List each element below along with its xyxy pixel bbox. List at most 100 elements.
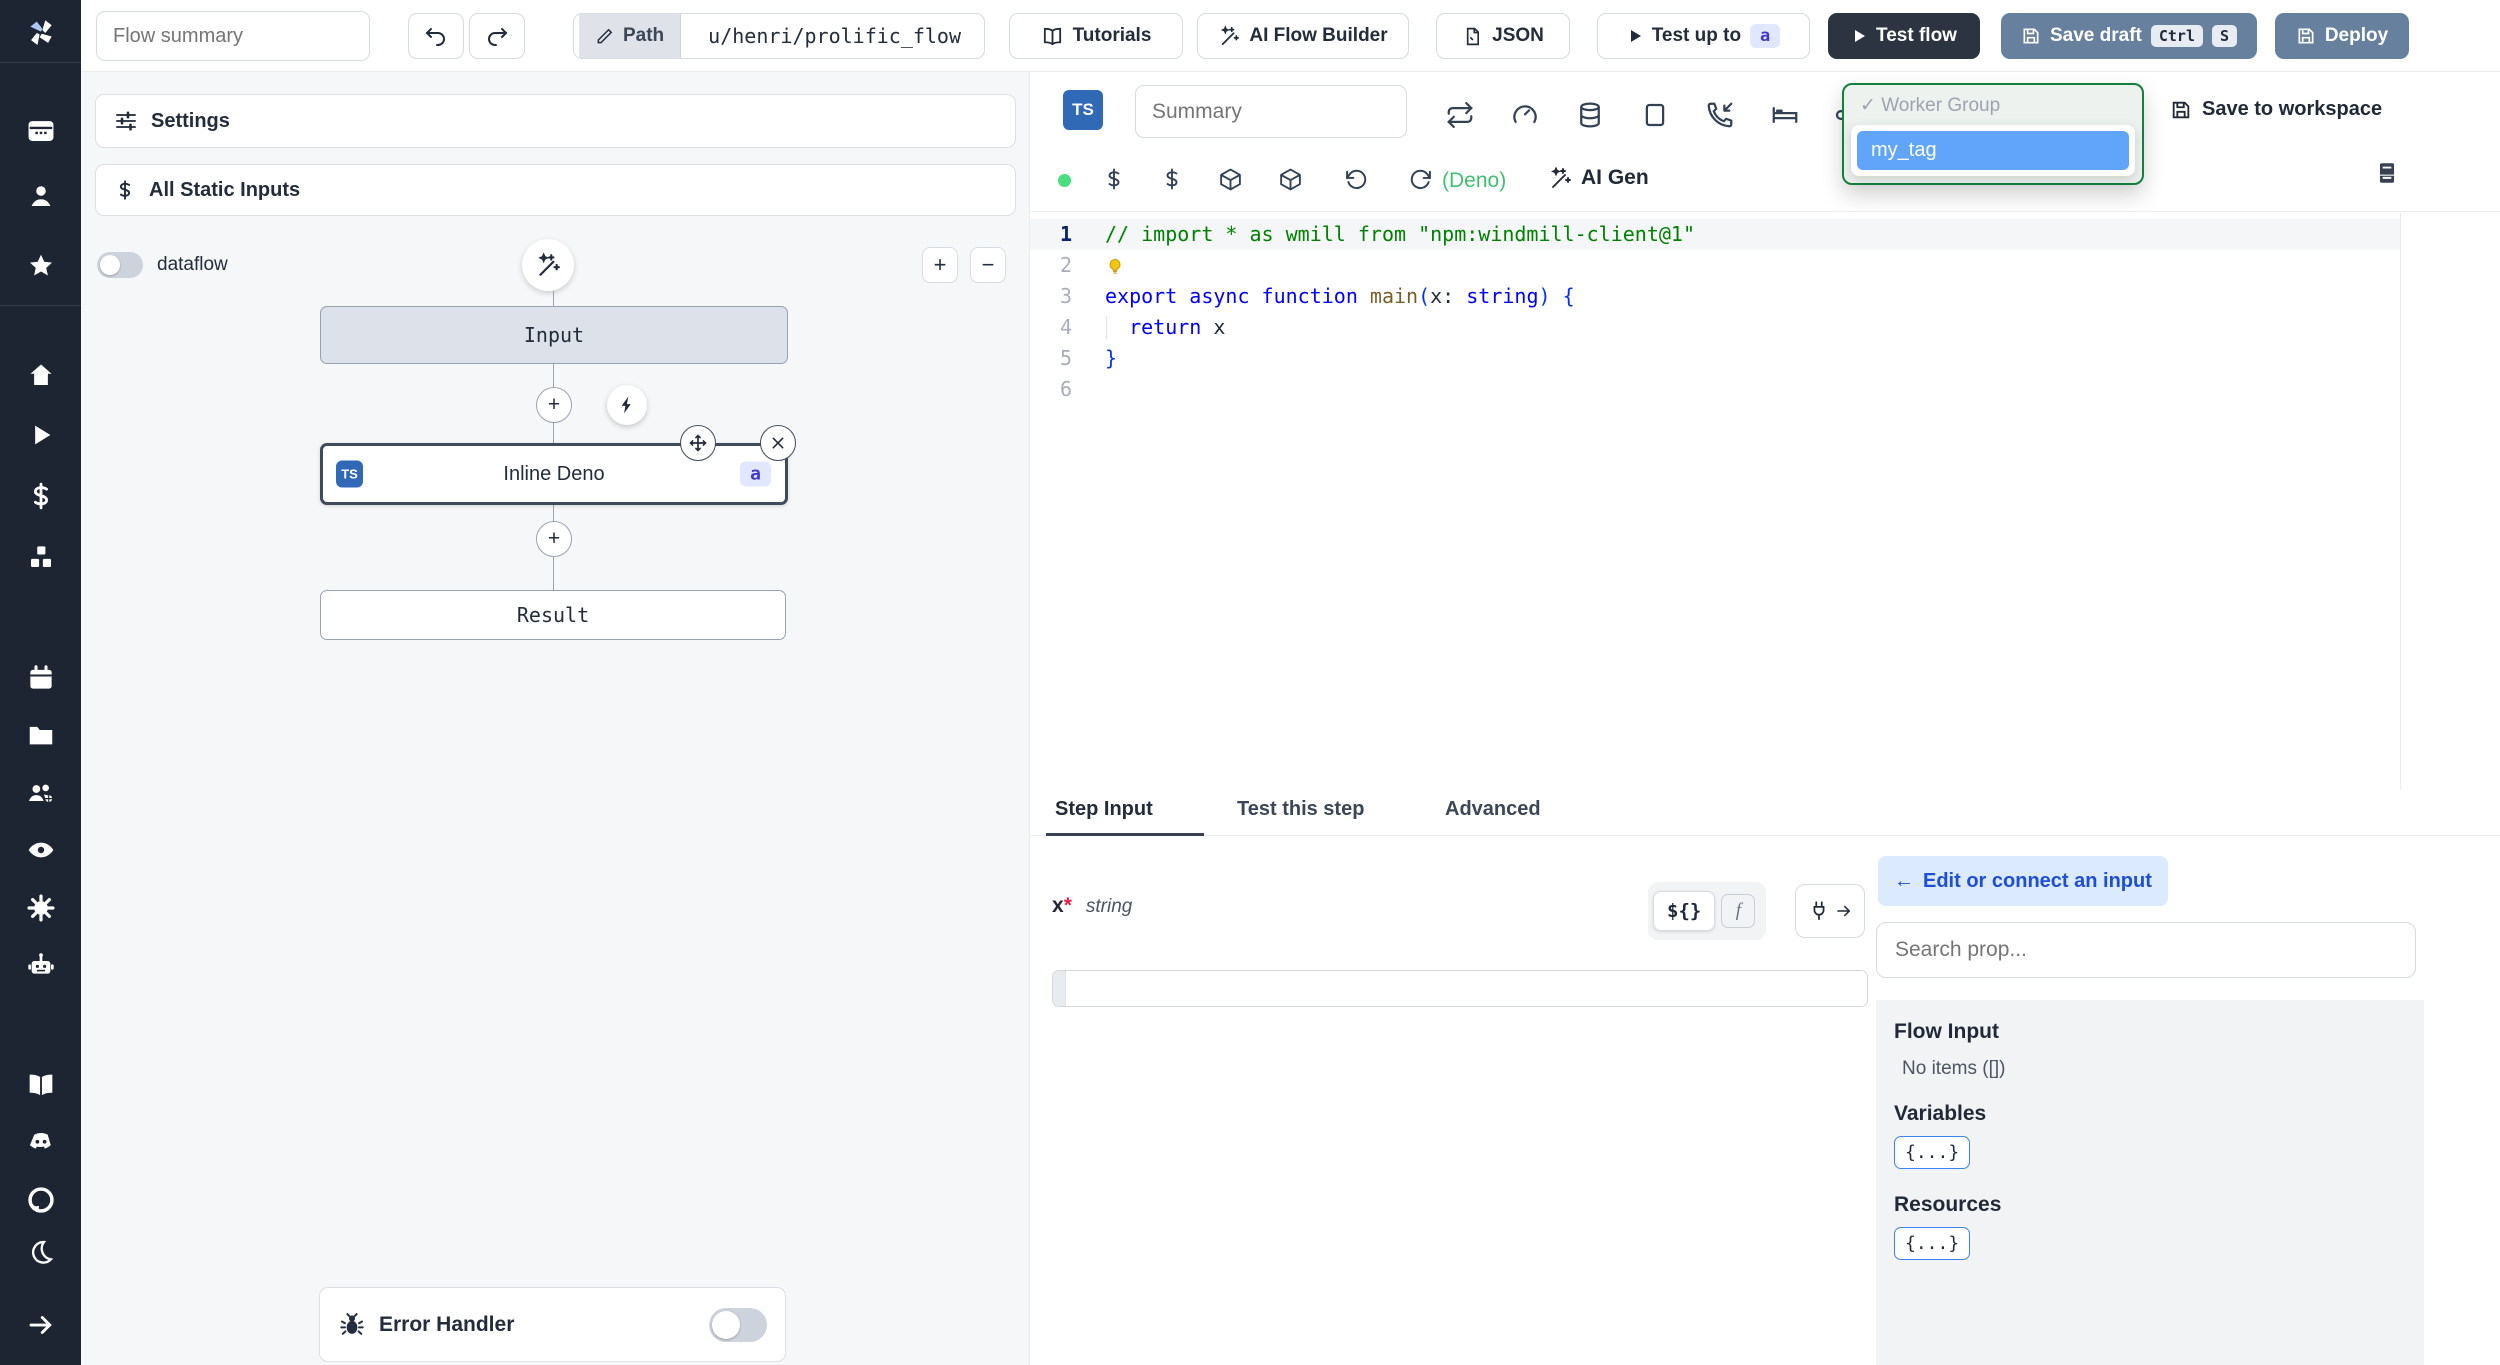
retries-icon[interactable] [1445,100,1475,130]
package-icon[interactable] [1218,167,1244,193]
flow-settings-button[interactable]: Settings [95,94,1016,148]
save-to-workspace-button[interactable]: Save to workspace [2170,98,2382,121]
flow-node-input[interactable]: Input [320,306,788,364]
change-language-refresh-icon[interactable] [1408,167,1434,193]
package-icon-2[interactable] [1278,167,1304,193]
variables-dollar-icon[interactable] [22,477,60,515]
library-book-icon[interactable] [2374,160,2400,186]
test-up-to-button[interactable]: Test up to a [1597,13,1810,59]
all-static-inputs-button[interactable]: All Static Inputs [95,164,1016,216]
javascript-mode-button[interactable]: f [1721,894,1756,928]
windmill-flow-editor: Path u/henri/prolific_flow Tutorials AI … [0,0,2500,1365]
expr-mode-button[interactable]: ${} [1653,891,1716,931]
code-line[interactable]: 1// import * as wmill from "npm:windmill… [1030,219,2400,250]
zoom-out-button[interactable]: − [970,247,1006,283]
move-step-button[interactable] [680,425,716,461]
dollar-icon [119,180,131,200]
settings-gear-icon[interactable] [22,889,60,927]
undo-button[interactable] [408,13,464,59]
tab-advanced[interactable]: Advanced [1445,798,1541,821]
file-icon [1466,27,1480,45]
code-line[interactable]: 4 return x [1030,312,2400,343]
connect-input-plug-button[interactable] [1795,884,1865,938]
variables-object-chip[interactable]: {...} [1894,1136,1971,1169]
error-handler-toggle[interactable] [709,1307,767,1342]
discord-icon[interactable] [22,1123,60,1161]
windmill-logo-icon[interactable] [22,14,60,52]
flow-graph-panel: Settings All Static Inputs dataflow + − … [81,72,1030,1365]
zoom-in-button[interactable]: + [922,247,958,283]
add-step-button-bottom[interactable]: + [536,521,572,557]
flow-node-result[interactable]: Result [320,590,786,640]
workers-robot-icon[interactable] [22,946,60,984]
apps-icon[interactable] [22,112,60,150]
favorites-star-icon[interactable] [22,247,60,285]
all-static-inputs-label: All Static Inputs [149,178,301,201]
users-icon[interactable] [22,177,60,215]
test-flow-button[interactable]: Test flow [1828,13,1980,59]
resources-icon[interactable] [22,538,60,576]
schedules-calendar-icon[interactable] [22,659,60,697]
field-value-input[interactable] [1066,971,1867,1006]
worker-group-dropdown[interactable]: ✓ Worker Group my_tag [1842,83,2144,185]
field-value-editor[interactable] [1052,970,1868,1007]
search-prop-input[interactable] [1876,922,2416,978]
error-handler-row[interactable]: Error Handler [319,1287,786,1362]
resources-title: Resources [1894,1193,2002,1216]
lightbulb-icon[interactable] [1105,257,1125,277]
ai-wand-button[interactable] [522,239,574,291]
flow-summary-input[interactable] [96,11,370,61]
worker-group-option-my-tag[interactable]: my_tag [1857,131,2129,170]
zoom-out-label: − [981,252,995,277]
early-stop-icon[interactable] [1640,100,1670,130]
save-draft-button[interactable]: Save draft Ctrl S [2001,13,2257,59]
add-trigger-button[interactable] [607,385,647,425]
play-icon [1630,30,1641,42]
cache-database-icon[interactable] [1575,100,1605,130]
resources-object-chip[interactable]: {...} [1894,1227,1971,1260]
tab-test-this-step[interactable]: Test this step [1237,798,1364,821]
dataflow-toggle[interactable] [97,252,143,278]
groups-icon[interactable] [22,774,60,812]
suspend-phone-icon[interactable] [1705,100,1735,130]
static-inputs-dollar-icon[interactable] [1102,167,1128,193]
save-icon [2023,28,2039,44]
ai-gen-button[interactable]: AI Gen [1548,166,1649,190]
code-editor[interactable]: 1// import * as wmill from "npm:windmill… [1030,213,2500,790]
worker-group-selected: ✓ Worker Group [1844,85,2142,121]
code-line[interactable]: 2 [1030,250,2400,281]
dark-mode-moon-icon[interactable] [22,1233,60,1271]
add-step-button-top[interactable]: + [536,387,572,423]
variables-dollar-icon[interactable] [1160,167,1186,193]
line-number: 5 [1059,346,1072,370]
tab-step-input[interactable]: Step Input [1055,798,1153,821]
code-line[interactable]: 6 [1030,374,2400,405]
audit-logs-eye-icon[interactable] [22,831,60,869]
deploy-button[interactable]: Deploy [2275,13,2409,59]
timeout-gauge-icon[interactable] [1510,100,1540,130]
runs-play-icon[interactable] [22,416,60,454]
tutorials-button[interactable]: Tutorials [1009,13,1183,59]
github-icon[interactable] [22,1181,60,1219]
edit-or-connect-button[interactable]: ← Edit or connect an input [1878,856,2168,906]
topbar: Path u/henri/prolific_flow Tutorials AI … [81,0,2500,72]
home-icon[interactable] [22,356,60,394]
delete-step-button[interactable] [760,425,796,461]
flow-node-inline-deno[interactable]: TS Inline Deno a [320,443,788,505]
code-line[interactable]: 3 export async function main(x: string) { [1030,281,2400,312]
folders-icon[interactable] [22,716,60,754]
prop-picker-panel: Flow Input No items ([]) Variables {...}… [1876,1000,2424,1365]
docs-book-icon[interactable] [22,1066,60,1104]
result-node-label: Result [516,603,590,627]
json-button[interactable]: JSON [1436,13,1570,59]
tutorials-label: Tutorials [1072,25,1152,46]
code-line[interactable]: 5} [1030,343,2400,374]
reset-rotate-ccw-icon[interactable] [1344,167,1370,193]
expand-sidebar-arrow-icon[interactable] [22,1306,60,1344]
flow-input-empty: No items ([]) [1902,1058,2006,1079]
path-field[interactable]: Path u/henri/prolific_flow [573,13,985,59]
redo-button[interactable] [469,13,525,59]
ai-flow-builder-button[interactable]: AI Flow Builder [1197,13,1409,59]
step-summary-input[interactable] [1135,85,1407,138]
sleep-icon[interactable] [1770,100,1800,130]
